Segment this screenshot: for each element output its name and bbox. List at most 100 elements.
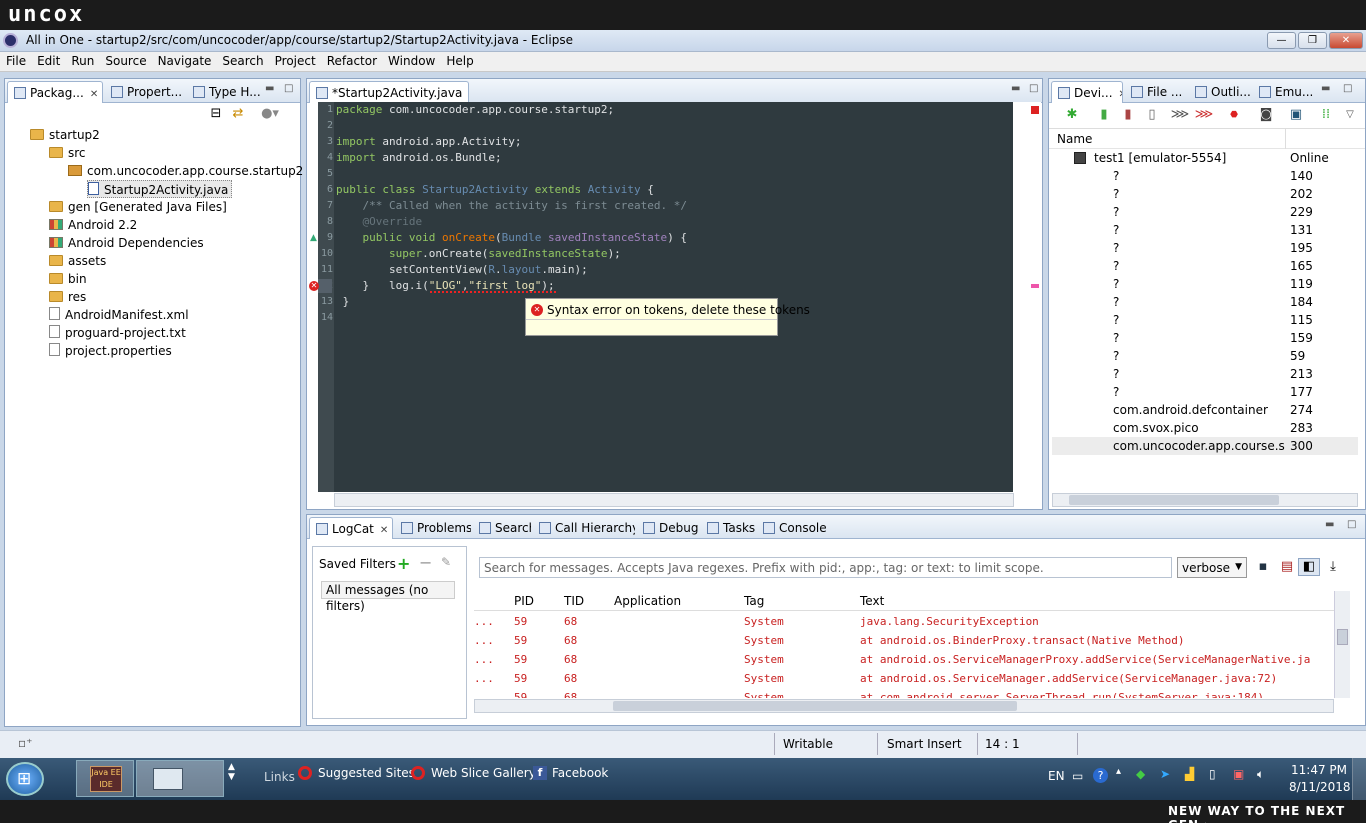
link-editor-icon[interactable]: ⇄: [227, 105, 249, 123]
process-row[interactable]: ? 165: [1052, 257, 1358, 275]
scrollbar-thumb[interactable]: [1069, 495, 1279, 505]
menu-edit[interactable]: Edit: [31, 52, 65, 68]
start-button[interactable]: ⊞: [6, 762, 44, 796]
tree-item[interactable]: Android Dependencies: [49, 234, 204, 252]
close-icon[interactable]: ✕: [90, 89, 98, 100]
link-facebook[interactable]: Facebook: [552, 766, 608, 780]
close-icon[interactable]: ✕: [380, 525, 388, 536]
scrollbar-thumb[interactable]: [1337, 629, 1348, 645]
error-line-marker[interactable]: [1031, 284, 1039, 288]
tab-devices[interactable]: Devi...✕: [1051, 81, 1123, 103]
tab-console[interactable]: Console: [757, 517, 827, 539]
tab-emulator-control[interactable]: Emu...: [1253, 81, 1315, 103]
log-horizontal-scrollbar[interactable]: [474, 699, 1334, 713]
stop-process-icon[interactable]: ⬣: [1223, 106, 1245, 124]
tree-item[interactable]: com.uncocoder.app.course.startup2: [68, 162, 303, 180]
update-threads-icon[interactable]: ⋙: [1169, 106, 1191, 124]
log-row[interactable]: ... 59 68 System at com.android.server.Serve…: [474, 688, 1334, 698]
process-row[interactable]: ? 115: [1052, 311, 1358, 329]
tree-item[interactable]: AndroidManifest.xml: [49, 306, 189, 324]
log-row[interactable]: ... 59 68 System at android.os.ServiceManage…: [474, 669, 1334, 688]
column-tid[interactable]: TID: [564, 594, 584, 608]
keyboard-icon[interactable]: ▭: [1072, 769, 1083, 783]
column-text[interactable]: Text: [860, 594, 884, 608]
tree-item[interactable]: bin: [49, 270, 87, 288]
logcat-search-input[interactable]: Search for messages. Accepts Java regexe…: [479, 557, 1172, 578]
process-row[interactable]: ? 184: [1052, 293, 1358, 311]
tree-item[interactable]: proguard-project.txt: [49, 324, 186, 342]
process-row[interactable]: ? 229: [1052, 203, 1358, 221]
maximize-button[interactable]: ❐: [1298, 32, 1327, 49]
maximize-view-icon[interactable]: □: [1029, 83, 1038, 94]
process-row[interactable]: com.svox.pico 283: [1052, 419, 1358, 437]
tray-app-icon[interactable]: ◆: [1136, 767, 1145, 781]
log-vertical-scrollbar[interactable]: [1334, 591, 1350, 698]
process-row[interactable]: ? 140: [1052, 167, 1358, 185]
process-row[interactable]: ? 159: [1052, 329, 1358, 347]
close-icon[interactable]: ✕: [468, 89, 469, 100]
minimize-view-icon[interactable]: ▬: [265, 83, 274, 94]
tree-item[interactable]: res: [49, 288, 86, 306]
clear-log-icon[interactable]: ▤: [1276, 558, 1298, 576]
collapse-all-icon[interactable]: ⊟: [205, 105, 227, 123]
network-icon[interactable]: ▣: [1233, 767, 1244, 781]
show-desktop-button[interactable]: [1352, 758, 1366, 800]
tray-expand-icon[interactable]: ▴: [1116, 766, 1121, 777]
device-tray-icon[interactable]: ▯: [1209, 767, 1216, 781]
minimize-view-icon[interactable]: ▬: [1325, 519, 1334, 530]
telegram-icon[interactable]: ➤: [1160, 767, 1170, 781]
process-row[interactable]: ? 59: [1052, 347, 1358, 365]
menu-window[interactable]: Window: [382, 52, 440, 68]
dump-hprof-icon[interactable]: ▮: [1117, 106, 1139, 124]
start-profiling-icon[interactable]: ⋙: [1193, 106, 1215, 124]
menu-search[interactable]: Search: [216, 52, 268, 68]
column-pid[interactable]: PID: [514, 594, 534, 608]
menu-file[interactable]: File: [0, 52, 31, 68]
menu-source[interactable]: Source: [99, 52, 151, 68]
minimize-view-icon[interactable]: ▬: [1011, 83, 1020, 94]
maximize-view-icon[interactable]: □: [1347, 519, 1356, 530]
device-row[interactable]: test1 [emulator-5554] Online: [1052, 149, 1358, 167]
process-row[interactable]: ? 131: [1052, 221, 1358, 239]
taskbar-app-window[interactable]: [136, 760, 224, 797]
tree-item[interactable]: Android 2.2: [49, 216, 137, 234]
tree-item[interactable]: gen [Generated Java Files]: [49, 198, 227, 216]
tab-logcat[interactable]: LogCat ✕: [309, 517, 393, 539]
tab-properties[interactable]: Propert...: [105, 81, 185, 103]
system-info-icon[interactable]: ▣: [1285, 106, 1307, 124]
process-row[interactable]: ? 195: [1052, 239, 1358, 257]
process-row[interactable]: ? 202: [1052, 185, 1358, 203]
tree-item[interactable]: assets: [49, 252, 106, 270]
signal-icon[interactable]: ▟: [1185, 767, 1194, 781]
link-suggested-sites[interactable]: Suggested Sites: [318, 766, 415, 780]
log-row[interactable]: ... 59 68 System java.lang.SecurityException: [474, 612, 1334, 631]
volume-icon[interactable]: 🔈︎: [1257, 767, 1264, 782]
scroll-lock-icon[interactable]: ⤓: [1322, 558, 1344, 576]
fast-view-icon[interactable]: ▫⁺: [18, 736, 32, 750]
taskbar-scroll-icon[interactable]: ▲ ▼: [228, 762, 235, 782]
menu-help[interactable]: Help: [440, 52, 478, 68]
devices-horizontal-scrollbar[interactable]: [1052, 493, 1358, 507]
tree-item[interactable]: Startup2Activity.java: [87, 180, 233, 198]
debug-bug-icon[interactable]: ✱: [1061, 106, 1083, 124]
tree-item[interactable]: project.properties: [49, 342, 172, 360]
error-marker-icon[interactable]: ✕: [309, 281, 319, 291]
chevron-down-icon[interactable]: ▽: [1339, 106, 1361, 124]
tab-search[interactable]: Search: [473, 517, 531, 539]
minimize-button[interactable]: —: [1267, 32, 1296, 49]
menu-project[interactable]: Project: [269, 52, 321, 68]
process-row[interactable]: com.android.defcontainer 274: [1052, 401, 1358, 419]
maximize-view-icon[interactable]: □: [1343, 83, 1352, 94]
log-row[interactable]: ... 59 68 System at android.os.BinderProxy.t…: [474, 631, 1334, 650]
editor-horizontal-scrollbar[interactable]: [334, 493, 1014, 507]
remove-filter-icon[interactable]: −: [419, 553, 432, 572]
tab-tasks[interactable]: Tasks: [701, 517, 755, 539]
tab-package-explorer[interactable]: Packag... ✕: [7, 81, 103, 103]
tab-debug[interactable]: Debug: [637, 517, 699, 539]
clock-date[interactable]: 8/11/2018: [1289, 780, 1351, 794]
tree-item[interactable]: src: [49, 144, 86, 162]
view-menu-icon[interactable]: ⁞⁞: [1315, 106, 1337, 124]
link-web-slice-gallery[interactable]: Web Slice Gallery: [431, 766, 536, 780]
log-row[interactable]: ... 59 68 System at android.os.ServiceManage…: [474, 650, 1334, 669]
tab-call-hierarchy[interactable]: Call Hierarchy: [533, 517, 635, 539]
